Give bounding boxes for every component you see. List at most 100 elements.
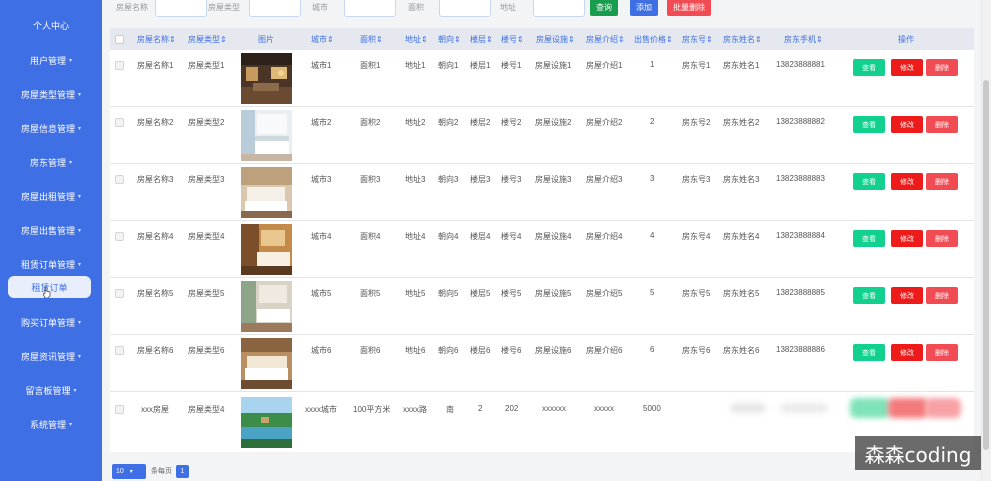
cell-type: 房屋类型5 [188,289,225,298]
city-input[interactable] [344,0,396,17]
search-bar: 房屋名称 房屋类型 城市 面积 地址 查询 添加 批量删除 [102,0,982,20]
delete-button[interactable]: 删除 [926,173,958,190]
column-header-price[interactable]: 出售价格⇕ [634,34,673,45]
cell-intro: xxxxx [594,404,614,413]
column-header-landlord-name[interactable]: 房东姓名⇕ [723,34,762,45]
view-button[interactable]: 查看 [853,344,885,361]
edit-button[interactable]: 修改 [891,173,923,190]
house-name-input[interactable] [155,0,207,17]
column-header-floor[interactable]: 楼层⇕ [470,34,493,45]
column-header-type[interactable]: 房屋类型⇕ [188,34,227,45]
view-button[interactable]: 查看 [853,230,885,247]
view-button[interactable]: 查看 [853,59,885,76]
sidebar-item-house-rental[interactable]: 房屋出租管理 ▾ [0,184,102,208]
page-number-button[interactable]: 1 [176,464,189,478]
delete-button[interactable]: 删除 [926,59,958,76]
chevron-down-icon: ▾ [78,91,82,98]
delete-button[interactable]: 删除 [926,230,958,247]
cell-landlord-name: 房东姓名1 [723,61,760,70]
column-header-city[interactable]: 城市⇕ [311,34,334,45]
cell-landlord-name: 房东姓名4 [723,232,760,241]
edit-button[interactable]: 修改 [891,230,923,247]
add-button[interactable]: 添加 [630,0,658,16]
cell-orientation: 朝向1 [438,61,459,70]
view-button[interactable]: 查看 [853,287,885,304]
cell-landlord-name: 房东姓名3 [723,175,760,184]
scrollbar-thumb[interactable] [983,80,989,450]
column-header-name[interactable]: 房屋名称⇕ [137,34,176,45]
row-checkbox[interactable] [115,289,124,298]
sidebar-item-label: 房屋出售管理 [20,225,75,236]
area-input[interactable] [439,0,491,17]
chevron-down-icon: ▾ [73,387,77,394]
chevron-down-icon: ▾ [78,319,82,326]
row-checkbox[interactable] [115,232,124,241]
chevron-down-icon: ▾ [78,125,82,132]
row-checkbox[interactable] [115,61,124,70]
sidebar-item-rental-orders[interactable]: 租赁订单管理 ▾ [0,252,102,276]
column-header-address[interactable]: 地址⇕ [405,34,428,45]
address-input[interactable] [533,0,585,17]
edit-button[interactable]: 修改 [891,116,923,133]
batch-delete-button[interactable]: 批量删除 [667,0,711,16]
cell-name: 房屋名称3 [137,175,174,184]
sidebar-item-users[interactable]: 用户管理 ▾ [0,48,102,72]
chevron-down-icon: ▾ [69,159,73,166]
cell-address: 地址6 [405,346,426,355]
column-header-intro[interactable]: 房屋介绍⇕ [586,34,625,45]
cell-floor: 楼层3 [470,175,491,184]
row-checkbox[interactable] [115,175,124,184]
cell-phone: 13823888882 [776,117,825,126]
column-header-landlord-no[interactable]: 房东号⇕ [682,34,713,45]
sidebar-item-house-types[interactable]: 房屋类型管理 ▾ [0,82,102,106]
row-checkbox[interactable] [115,346,124,355]
select-all-checkbox[interactable] [115,35,124,44]
sidebar-item-house-sale[interactable]: 房屋出售管理 ▾ [0,218,102,242]
edit-button[interactable]: 修改 [891,287,923,304]
edit-button[interactable]: 修改 [891,344,923,361]
cell-area: 面积1 [360,61,381,70]
cell-price: 4 [650,231,655,240]
view-button[interactable]: 查看 [853,173,885,190]
column-header-building[interactable]: 楼号⇕ [501,34,524,45]
chevron-down-icon: ▾ [69,421,73,428]
column-header-facility[interactable]: 房屋设施⇕ [536,34,575,45]
delete-button[interactable]: 删除 [926,287,958,304]
column-header-landlord-phone[interactable]: 房东手机⇕ [784,34,823,45]
cell-landlord-name: 房东姓名2 [723,118,760,127]
cell-intro: 房屋介绍2 [586,118,623,127]
delete-button[interactable]: 删除 [926,116,958,133]
query-button[interactable]: 查询 [590,0,618,16]
house-photo [241,224,292,275]
sidebar-item-house-info[interactable]: 房屋信息管理 ▾ [0,116,102,140]
row-checkbox[interactable] [115,118,124,127]
cell-intro: 房屋介绍4 [586,232,623,241]
cell-city: 城市1 [311,61,332,70]
cell-intro: 房屋介绍5 [586,289,623,298]
row-checkbox[interactable] [115,405,124,414]
cell-orientation: 朝向6 [438,346,459,355]
cell-landlord-no: 房东号5 [682,289,711,298]
chevron-down-icon: ▾ [78,193,82,200]
cell-area: 面积2 [360,118,381,127]
edit-button[interactable]: 修改 [891,59,923,76]
house-type-input[interactable] [249,0,301,17]
cell-area: 面积3 [360,175,381,184]
column-header-orientation[interactable]: 朝向⇕ [438,34,461,45]
delete-button[interactable]: 删除 [926,344,958,361]
house-photo [241,397,292,448]
sidebar-item-house-news[interactable]: 房屋资讯管理 ▾ [0,344,102,368]
house-photo [241,110,292,161]
cell-name: 房屋名称6 [137,346,174,355]
column-header-area[interactable]: 面积⇕ [360,34,383,45]
sidebar-item-message-board[interactable]: 留言板管理 ▾ [0,378,102,402]
page-size-select[interactable]: 10 ▾ [112,463,146,479]
sidebar-item-purchase-orders[interactable]: 购买订单管理 ▾ [0,310,102,334]
cell-address: 地址4 [405,232,426,241]
sidebar-item-landlords[interactable]: 房东管理 ▾ [0,150,102,174]
sidebar-item-personal-center[interactable]: 个人中心 [0,13,102,37]
sidebar-item-system[interactable]: 系统管理 ▾ [0,412,102,436]
view-button[interactable]: 查看 [853,116,885,133]
house-photo [241,338,292,389]
cell-area: 面积4 [360,232,381,241]
